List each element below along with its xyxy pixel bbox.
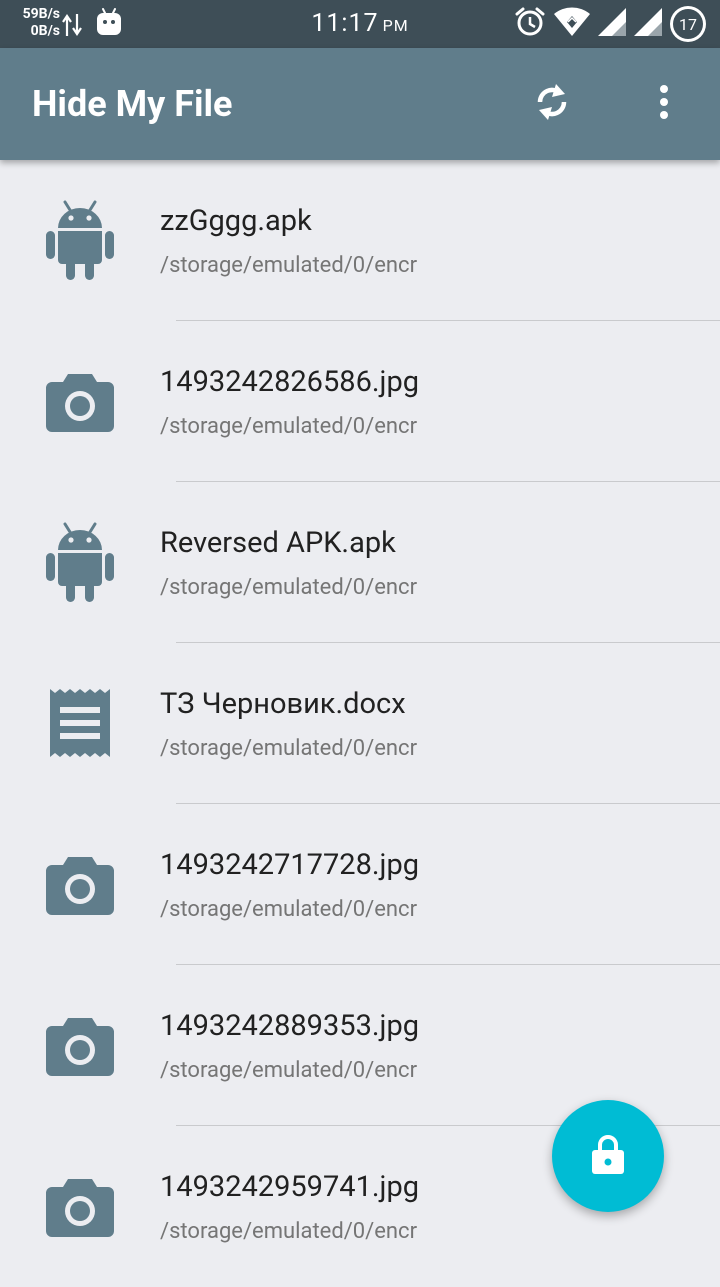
file-path: /storage/emulated/0/encr [160,736,418,761]
clock-ampm: PM [382,16,409,35]
camera-icon [44,1003,116,1087]
lock-fab-button[interactable] [552,1100,664,1212]
file-name: zzGggg.apk [160,204,312,238]
file-list-item[interactable]: ТЗ Черновик.docx /storage/emulated/0/enc… [0,643,720,804]
file-list-item[interactable]: zzGggg.apk /storage/emulated/0/encr [0,160,720,321]
alarm-icon [514,6,546,42]
android-icon [44,198,116,282]
file-name: ТЗ Черновик.docx [160,687,406,721]
wifi-icon [554,7,590,41]
status-bar: 59B/s 0B/s 11:17 PM 17 [0,0,720,48]
camera-icon [44,1164,116,1248]
lock-icon [591,1134,625,1178]
file-list-item[interactable]: Reversed APK.apk /storage/emulated/0/enc… [0,482,720,643]
file-path: /storage/emulated/0/encr [160,253,418,278]
battery-icon: 17 [670,6,706,42]
file-list-item[interactable]: 1493242717728.jpg /storage/emulated/0/en… [0,804,720,965]
app-title: Hide My File [32,83,233,125]
file-name: 1493242717728.jpg [160,848,420,882]
overflow-menu-button[interactable] [640,76,688,132]
battery-level: 17 [679,14,697,34]
file-list-item[interactable]: 1493242826586.jpg /storage/emulated/0/en… [0,321,720,482]
camera-icon [44,359,116,443]
status-icons: 17 [514,6,706,42]
more-vert-icon [659,84,669,124]
file-name: 1493242959741.jpg [160,1170,420,1204]
clock-time: 11:17 [311,9,379,38]
sync-icon [532,80,572,128]
camera-icon [44,842,116,926]
file-name: 1493242826586.jpg [160,365,420,399]
file-path: /storage/emulated/0/encr [160,1058,418,1083]
file-path: /storage/emulated/0/encr [160,897,418,922]
signal-icon-2 [634,8,662,40]
file-name: 1493242889353.jpg [160,1009,420,1043]
android-icon [44,520,116,604]
signal-icon [598,8,626,40]
file-name: Reversed APK.apk [160,526,396,560]
file-path: /storage/emulated/0/encr [160,414,418,439]
sync-button[interactable] [524,76,580,132]
app-bar: Hide My File [0,48,720,160]
file-path: /storage/emulated/0/encr [160,1219,418,1244]
receipt-document-icon [44,681,116,765]
file-path: /storage/emulated/0/encr [160,575,418,600]
